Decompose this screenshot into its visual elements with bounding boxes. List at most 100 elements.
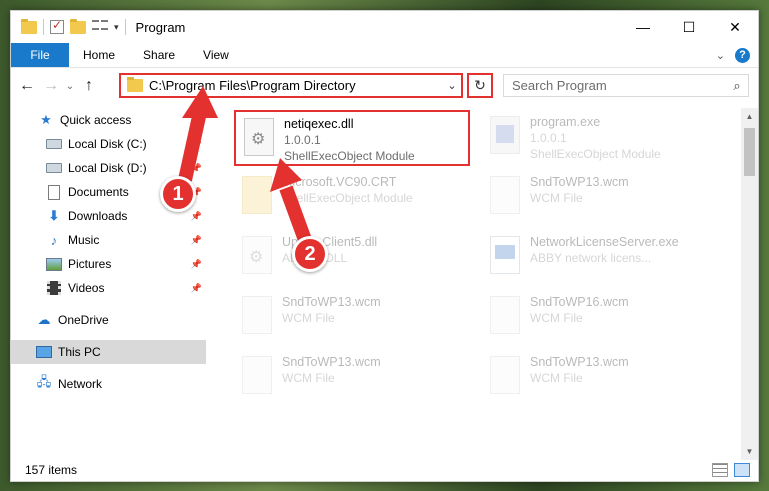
window-title: Program [135, 19, 186, 35]
file-name: netiqexec.dll [284, 117, 354, 131]
sidebar-item-music[interactable]: ♪ Music 📌 [11, 228, 206, 252]
tab-view[interactable]: View [189, 43, 243, 67]
list-item-netiqexec-dll[interactable]: netiqexec.dll 1.0.0.1 ShellExecObject Mo… [234, 110, 470, 166]
search-box[interactable]: ⌕ [503, 74, 749, 97]
maximize-button[interactable]: ☐ [666, 11, 712, 43]
pin-icon[interactable]: 📌 [191, 283, 202, 294]
help-icon[interactable]: ? [735, 47, 750, 63]
pin-icon[interactable]: 📌 [191, 211, 202, 222]
sidebar-item-local-disk-c[interactable]: Local Disk (C:) 📌 [11, 132, 206, 156]
sidebar-item-label: Quick access [60, 113, 132, 127]
vertical-scrollbar[interactable]: ▲ ▼ [741, 108, 758, 460]
list-item-sndtowp13-wcm[interactable]: SndToWP13.wcm WCM File [482, 170, 722, 226]
sidebar-item-videos[interactable]: Videos 📌 [11, 276, 206, 300]
view-details-icon[interactable] [92, 20, 108, 34]
file-type: WCM File [530, 311, 583, 325]
minimize-button[interactable]: — [620, 11, 666, 43]
scroll-down-icon[interactable]: ▼ [741, 443, 758, 460]
file-meta: NetworkLicenseServer.exe ABBY network li… [530, 230, 679, 266]
file-meta: SndToWP13.wcm WCM File [530, 170, 629, 206]
status-bar: 157 items [11, 459, 758, 481]
list-item-networklicenseserver-exe[interactable]: NetworkLicenseServer.exe ABBY network li… [482, 230, 722, 286]
file-name: SndToWP16.wcm [530, 295, 629, 309]
pin-icon[interactable]: 📌 [191, 235, 202, 246]
properties-check-icon[interactable] [50, 18, 64, 34]
tiles-view-icon[interactable] [734, 463, 750, 477]
sidebar-item-onedrive[interactable]: ☁ OneDrive [11, 308, 206, 332]
network-icon: 🖧 [36, 374, 52, 389]
list-item-updateclient5-dll[interactable]: UpdateClient5.dll ABBYY DLL [234, 230, 474, 286]
file-icon [242, 356, 272, 394]
music-icon: ♪ [50, 232, 58, 248]
list-item-sndtowp13-wcm[interactable]: SndToWP13.wcm WCM File [234, 350, 474, 406]
details-view-icon[interactable] [712, 463, 728, 477]
file-type: WCM File [530, 191, 583, 205]
up-arrow-icon[interactable]: ↑ [77, 77, 101, 95]
expand-ribbon-chevron-icon[interactable]: ⌄ [716, 49, 725, 62]
file-name: NetworkLicenseServer.exe [530, 235, 679, 249]
annotation-callout-2: 2 [292, 236, 328, 272]
sidebar-item-label: Network [58, 377, 103, 391]
back-arrow-icon[interactable]: ← [15, 77, 39, 95]
file-icon [490, 176, 520, 214]
address-path[interactable]: C:\Program Files\Program Directory [149, 78, 443, 93]
file-explorer-window: ▾ Program — ☐ ✕ File Home Share View ⌄ ?… [10, 10, 759, 482]
address-row: ← → ⌄ ↑ C:\Program Files\Program Directo… [11, 69, 758, 103]
sidebar-item-pictures[interactable]: Pictures 📌 [11, 252, 206, 276]
sidebar-item-label: Local Disk (D:) [68, 161, 147, 175]
file-icon [490, 296, 520, 334]
file-meta: program.exe 1.0.0.1 ShellExecObject Modu… [530, 110, 661, 162]
list-item-sndtowp16-wcm[interactable]: SndToWP16.wcm WCM File [482, 290, 722, 346]
list-item-program-exe[interactable]: program.exe 1.0.0.1 ShellExecObject Modu… [482, 110, 722, 166]
file-meta: SndToWP13.wcm WCM File [530, 350, 629, 386]
pin-icon[interactable]: 📌 [191, 139, 202, 150]
disk-icon [46, 160, 62, 176]
address-bar[interactable]: C:\Program Files\Program Directory ⌄ [119, 73, 463, 98]
file-type: WCM File [282, 311, 335, 325]
file-icon [242, 296, 272, 334]
address-dropdown-chevron-icon[interactable]: ⌄ [443, 79, 461, 92]
list-item-sndtowp13-wcm[interactable]: SndToWP13.wcm WCM File [234, 290, 474, 346]
file-list: netiqexec.dll 1.0.0.1 ShellExecObject Mo… [216, 108, 740, 460]
search-input[interactable] [512, 78, 726, 93]
refresh-button[interactable]: ↻ [467, 73, 493, 98]
search-icon[interactable]: ⌕ [726, 78, 748, 94]
documents-icon [46, 184, 62, 200]
sidebar-item-network[interactable]: 🖧 Network [11, 372, 206, 396]
file-type: ABBY network licens... [530, 251, 652, 265]
recent-locations-chevron-icon[interactable]: ⌄ [63, 81, 77, 92]
pin-icon[interactable]: 📌 [191, 259, 202, 270]
pin-icon[interactable]: 📌 [191, 163, 202, 174]
scroll-thumb[interactable] [744, 128, 755, 176]
forward-arrow-icon[interactable]: → [39, 77, 63, 95]
tab-share[interactable]: Share [129, 43, 189, 67]
navigation-pane: ★ Quick access Local Disk (C:) 📌 Local D… [11, 108, 206, 460]
window-controls: — ☐ ✕ [620, 11, 758, 43]
new-folder-icon[interactable] [70, 18, 86, 34]
title-bar: ▾ Program — ☐ ✕ [11, 11, 758, 43]
file-description: ShellExecObject Module [530, 147, 661, 161]
sidebar-item-this-pc[interactable]: This PC [11, 340, 206, 364]
list-item-sndtowp13-wcm[interactable]: SndToWP13.wcm WCM File [482, 350, 722, 406]
dll-icon [244, 118, 274, 156]
ribbon-right: ⌄ ? [716, 43, 758, 67]
tab-home[interactable]: Home [69, 43, 129, 67]
app-icon [490, 236, 520, 274]
file-name: SndToWP13.wcm [282, 295, 381, 309]
file-version: 1.0.0.1 [284, 133, 321, 147]
folder-icon [242, 176, 272, 214]
list-item-microsoft-vc90-crt[interactable]: Microsoft.VC90.CRT ShellExecObject Modul… [234, 170, 474, 226]
file-meta: SndToWP13.wcm WCM File [282, 350, 381, 386]
tab-file[interactable]: File [11, 43, 69, 67]
folder-icon [21, 18, 37, 34]
sidebar-item-quick-access[interactable]: ★ Quick access [11, 108, 206, 132]
file-type: ShellExecObject Module [282, 191, 413, 205]
refresh-icon: ↻ [474, 77, 486, 93]
customize-toolbar-chevron-icon[interactable]: ▾ [114, 22, 119, 33]
scroll-up-icon[interactable]: ▲ [741, 108, 758, 125]
file-name: SndToWP13.wcm [282, 355, 381, 369]
disk-icon [46, 136, 62, 152]
close-button[interactable]: ✕ [712, 11, 758, 43]
